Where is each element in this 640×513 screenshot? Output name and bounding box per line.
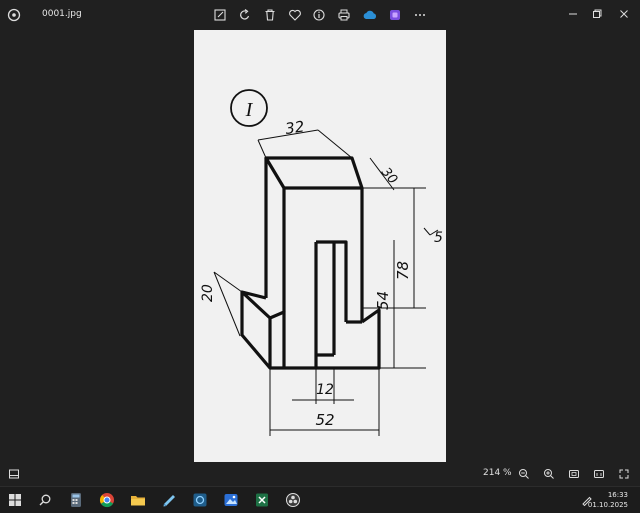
isometric-part-drawing: I 32 30 5 78 54 20 12 52 xyxy=(200,89,443,436)
zoom-in-icon[interactable] xyxy=(541,466,557,482)
info-icon[interactable] xyxy=(311,7,327,23)
system-clock[interactable]: 16:33 01.10.2025 xyxy=(588,490,628,510)
title-bar: 0001.jpg xyxy=(0,0,640,30)
taskbar: 16:33 01.10.2025 xyxy=(0,486,640,513)
figure-number: I xyxy=(245,99,254,121)
obs-app-icon[interactable] xyxy=(284,491,302,509)
filmstrip-icon[interactable] xyxy=(6,466,22,482)
favorite-icon[interactable] xyxy=(287,7,303,23)
clipchamp-icon[interactable] xyxy=(387,7,403,23)
print-icon[interactable] xyxy=(336,7,352,23)
file-name: 0001.jpg xyxy=(42,9,82,19)
rotate-icon[interactable] xyxy=(237,7,253,23)
photos-app-icon xyxy=(6,7,22,23)
dim-12: 12 xyxy=(316,382,334,398)
dim-78: 78 xyxy=(394,261,412,280)
fit-to-window-icon[interactable] xyxy=(566,466,582,482)
notepad-app-icon[interactable] xyxy=(160,491,178,509)
edit-icon[interactable] xyxy=(212,7,228,23)
dim-32: 32 xyxy=(284,117,305,137)
spreadsheet-app-icon[interactable] xyxy=(253,491,271,509)
dim-20: 20 xyxy=(200,284,216,302)
search-icon[interactable] xyxy=(36,491,54,509)
cloud-icon[interactable] xyxy=(362,7,378,23)
clock-date: 01.10.2025 xyxy=(587,501,628,509)
photos-app-icon-taskbar[interactable] xyxy=(222,491,240,509)
calculator-app-icon[interactable] xyxy=(67,491,85,509)
dim-52: 52 xyxy=(315,411,334,429)
chrome-icon[interactable] xyxy=(98,491,116,509)
zoom-out-icon[interactable] xyxy=(516,466,532,482)
delete-icon[interactable] xyxy=(262,7,278,23)
actual-size-icon[interactable] xyxy=(591,466,607,482)
zoom-level: 214 % xyxy=(483,468,512,478)
dim-54: 54 xyxy=(374,291,392,310)
app-settings-icon[interactable] xyxy=(191,491,209,509)
clock-time: 16:33 xyxy=(607,491,628,499)
restore-button[interactable] xyxy=(584,4,610,24)
status-bar: 214 % xyxy=(0,462,640,486)
object-outline xyxy=(240,156,381,370)
more-icon[interactable] xyxy=(412,7,428,23)
minimize-button[interactable] xyxy=(560,4,586,24)
fullscreen-icon[interactable] xyxy=(616,466,632,482)
start-windows-icon[interactable] xyxy=(6,491,24,509)
close-button[interactable] xyxy=(611,4,637,24)
technical-drawing-image: I 32 30 5 78 54 20 12 52 xyxy=(194,30,446,462)
dim-5: 5 xyxy=(434,230,443,246)
file-explorer-icon[interactable] xyxy=(129,491,147,509)
dim-30: 30 xyxy=(378,165,400,187)
